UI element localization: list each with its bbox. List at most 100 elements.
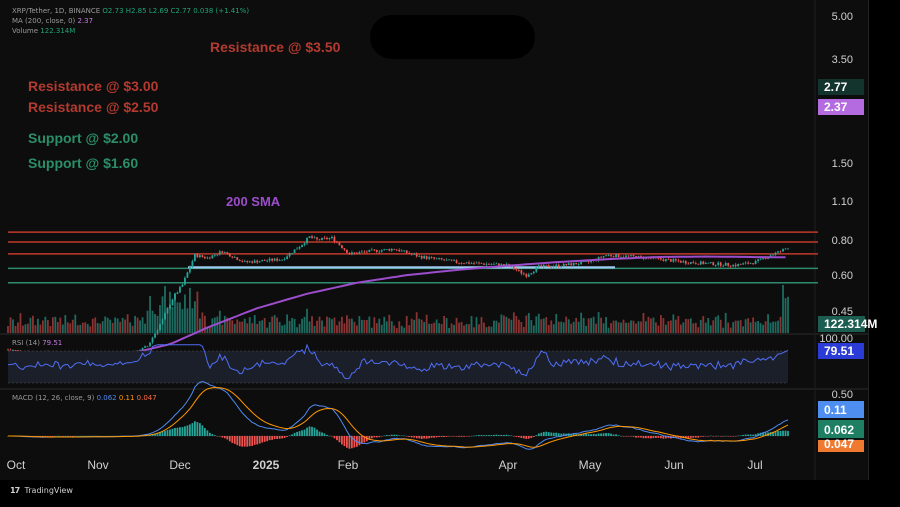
- macd-histogram-bar: [191, 423, 194, 436]
- candle-body: [428, 257, 431, 259]
- macd-histogram-bar: [505, 434, 508, 436]
- volume-bar: [734, 320, 737, 333]
- volume-bar: [617, 322, 620, 333]
- candle-body: [358, 252, 361, 254]
- macd-histogram-bar: [475, 435, 478, 436]
- candle-body: [151, 337, 154, 343]
- volume-bar: [189, 287, 191, 333]
- volume-bar: [378, 318, 381, 333]
- macd-histogram-bar: [460, 436, 463, 437]
- macd-histogram-bar: [370, 436, 373, 439]
- macd-histogram-bar: [428, 436, 431, 439]
- candle-body: [216, 254, 219, 256]
- volume-bar: [46, 320, 49, 333]
- candle-body: [328, 238, 331, 240]
- volume-bar: [365, 319, 368, 333]
- volume-bar: [732, 322, 735, 333]
- candle-body: [747, 262, 750, 264]
- volume-bar: [592, 316, 595, 333]
- volume-bar: [468, 324, 470, 333]
- macd-histogram-bar: [311, 426, 313, 436]
- volume-bar: [714, 316, 717, 333]
- volume-bar: [645, 321, 647, 333]
- candle-body: [413, 254, 416, 255]
- volume-bar: [640, 321, 642, 333]
- volume-bar: [171, 306, 174, 333]
- macd-histogram-bar: [430, 436, 433, 438]
- volume-bar: [757, 320, 759, 333]
- macd-histogram-bar: [605, 433, 607, 436]
- volume-bar: [702, 316, 705, 333]
- macd-histogram-bar: [296, 431, 298, 436]
- candle-body: [550, 266, 553, 268]
- annotation-resistance-350: Resistance @ $3.50: [210, 39, 341, 55]
- candle-body: [184, 277, 186, 285]
- candle-body: [525, 274, 528, 277]
- volume-bar: [440, 324, 443, 333]
- volume-bar: [37, 318, 39, 333]
- volume-bar: [323, 326, 326, 333]
- volume-bar: [572, 321, 575, 333]
- macd-histogram-bar: [236, 436, 239, 446]
- volume-bar: [697, 327, 700, 333]
- candle-body: [478, 262, 480, 264]
- volume-bar: [408, 325, 411, 333]
- candle-body: [233, 257, 236, 259]
- macd-histogram-bar: [784, 430, 787, 436]
- volume-bar: [306, 308, 308, 333]
- volume-bar: [316, 320, 318, 333]
- volume-bar: [124, 319, 127, 333]
- rsi-legend: RSI (14) 79.51: [12, 339, 62, 347]
- tradingview-logo[interactable]: 17 TradingView: [10, 486, 73, 495]
- macd-histogram-bar: [744, 434, 747, 436]
- volume-bar: [151, 310, 154, 333]
- volume-bar: [350, 318, 353, 333]
- candle-body: [537, 265, 540, 268]
- price-badge: 2.77: [824, 80, 848, 94]
- volume-bar: [787, 296, 789, 333]
- macd-histogram-bar: [273, 436, 276, 440]
- volume-bar: [430, 323, 433, 333]
- candle-body: [423, 256, 426, 259]
- volume-bar: [505, 316, 508, 333]
- macd-histogram-bar: [612, 434, 615, 436]
- candle-body: [408, 252, 411, 254]
- volume-bar: [293, 318, 296, 333]
- macd-histogram-bar: [752, 434, 755, 436]
- volume-bar: [677, 315, 680, 333]
- macd-histogram-bar: [540, 432, 543, 436]
- macd-histogram-bar: [358, 436, 361, 446]
- candle-body: [607, 255, 610, 256]
- volume-bar: [717, 315, 720, 333]
- macd-histogram-bar: [331, 436, 333, 437]
- volume-bar: [612, 320, 615, 333]
- volume-bar: [727, 322, 730, 333]
- macd-histogram-bar: [517, 436, 520, 438]
- macd-histogram-bar: [378, 436, 381, 438]
- candle-body: [353, 252, 356, 254]
- macd-histogram-bar: [303, 429, 306, 436]
- macd-histogram-bar: [632, 436, 635, 437]
- macd-histogram-bar: [732, 436, 735, 437]
- volume-bar: [17, 322, 19, 333]
- volume-bar: [657, 325, 660, 333]
- macd-histogram-bar: [218, 436, 221, 437]
- volume-bar: [622, 319, 625, 333]
- annotation-resistance-300: Resistance @ $3.00: [28, 78, 159, 94]
- volume-bar: [24, 324, 27, 333]
- volume-bar: [29, 317, 32, 333]
- macd-histogram-bar: [343, 436, 346, 447]
- candle-body: [343, 248, 346, 250]
- volume-bar: [89, 326, 92, 333]
- macd-histogram-bar: [694, 436, 697, 438]
- volume-bar: [744, 319, 747, 333]
- macd-label: MACD (12, 26, close, 9): [12, 394, 95, 402]
- volume-bar: [208, 327, 211, 333]
- candle-body: [787, 248, 789, 250]
- volume-bar: [597, 312, 600, 333]
- macd-histogram-bar: [276, 436, 279, 440]
- volume-bar: [136, 317, 139, 333]
- macd-legend-hist: 0.047: [136, 394, 157, 402]
- candle-body: [395, 249, 398, 251]
- volume-bar: [650, 318, 652, 333]
